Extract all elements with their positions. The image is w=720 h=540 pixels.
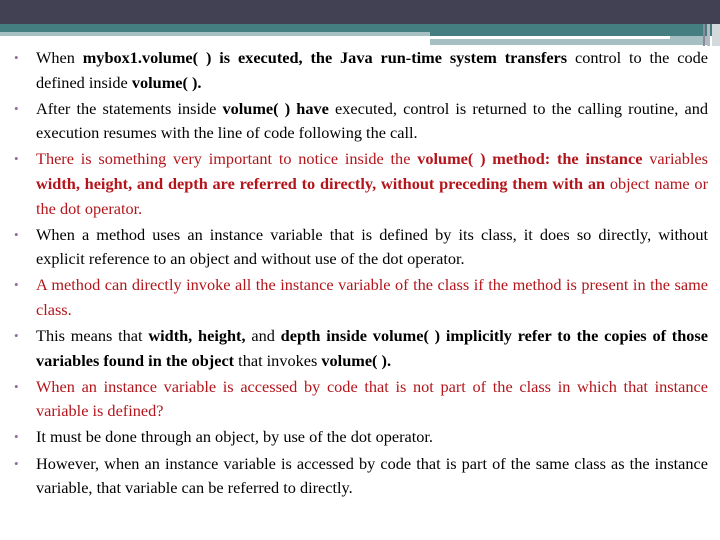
- bullet-text-bold: volume( ).: [321, 350, 392, 370]
- bullet-text: variables: [642, 149, 708, 169]
- bullet-item: • However, when an instance variable is a…: [14, 452, 708, 501]
- bullet-text: that invokes: [234, 350, 322, 370]
- bullet-text: A method can directly invoke all the ins…: [36, 275, 708, 319]
- bullet-text: It must be done through an object, by us…: [36, 427, 433, 447]
- bullet-dot-icon: •: [14, 100, 19, 116]
- bullet-dot-icon: •: [14, 277, 19, 293]
- slide-body: • When mybox1.volume( ) is executed, the …: [14, 46, 708, 502]
- bullet-item: • When a method uses an instance variable…: [14, 223, 708, 272]
- header-light-band-left: [0, 32, 430, 36]
- bullet-text-bold: volume( ) method: the instance: [417, 149, 643, 169]
- bullet-text-bold: volume( ) have: [222, 98, 329, 118]
- bullet-text-bold: mybox1.volume( ) is executed, the Java r…: [82, 48, 568, 67]
- bullet-item: • It must be done through an object, by u…: [14, 425, 708, 450]
- header-dark-band: [0, 0, 720, 24]
- bullet-text-bold: width, height, and depth are referred to…: [36, 173, 606, 193]
- bullet-text: When: [36, 48, 83, 67]
- bullet-item: • After the statements inside volume( ) h…: [14, 97, 708, 146]
- bullet-dot-icon: •: [14, 429, 19, 445]
- bullet-text-bold: volume( ).: [131, 72, 202, 92]
- bullet-item: • When mybox1.volume( ) is executed, the …: [14, 46, 708, 95]
- header-teal-band: [0, 24, 720, 32]
- bullet-text-bold: width, height,: [148, 326, 246, 346]
- bullet-text: This means that: [36, 326, 149, 346]
- bullet-item: • There is something very important to no…: [14, 147, 708, 221]
- bullet-dot-icon: •: [14, 455, 19, 471]
- bullet-dot-icon: •: [14, 328, 19, 344]
- bullet-text: After the statements inside: [36, 98, 223, 118]
- bullet-item: • When an instance variable is accessed b…: [14, 375, 708, 424]
- bullet-dot-icon: •: [14, 226, 19, 242]
- bullet-list: • When mybox1.volume( ) is executed, the …: [14, 46, 708, 501]
- bullet-item: • This means that width, height, and dept…: [14, 324, 708, 373]
- header-light-band-right: [430, 39, 710, 45]
- bullet-text: When an instance variable is accessed by…: [36, 376, 708, 421]
- bullet-item: • A method can directly invoke all the in…: [14, 273, 708, 322]
- bullet-text: There is something very important to not…: [36, 149, 418, 169]
- bullet-dot-icon: •: [14, 50, 19, 65]
- bullet-dot-icon: •: [14, 151, 19, 167]
- bullet-text: and: [245, 326, 281, 346]
- bullet-text: When a method uses an instance variable …: [36, 224, 708, 269]
- bullet-text: However, when an instance variable is ac…: [36, 453, 708, 498]
- bullet-dot-icon: •: [14, 378, 19, 394]
